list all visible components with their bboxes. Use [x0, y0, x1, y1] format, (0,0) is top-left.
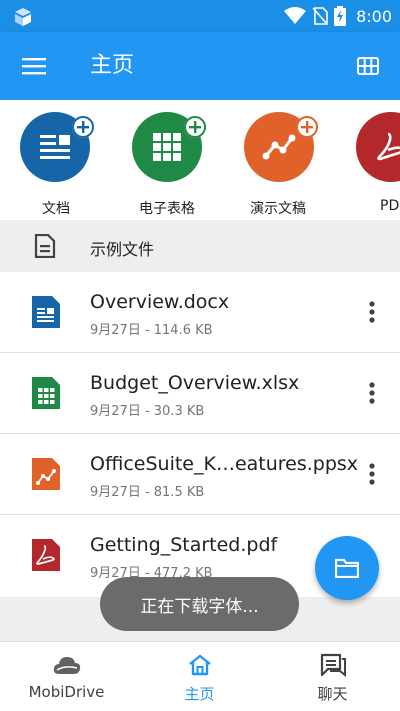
more-vert-icon [369, 301, 375, 323]
status-time: 8:00 [356, 6, 392, 26]
document-icon [40, 135, 70, 159]
nav-label: MobiDrive [28, 683, 105, 701]
folder-icon [335, 558, 359, 578]
create-spreadsheet-label: 电子表格 [139, 201, 195, 217]
hamburger-menu-icon [22, 58, 46, 75]
create-pdf-button[interactable]: PDF [356, 112, 400, 218]
more-options-button[interactable] [360, 456, 384, 492]
nav-label: 聊天 [317, 685, 348, 703]
status-icons: 8:00 [284, 0, 392, 32]
create-pdf-label: PDF [380, 198, 400, 214]
docx-file-icon [32, 296, 60, 328]
file-name: Getting_Started.pdf [90, 534, 278, 556]
battery-charging-icon [334, 6, 347, 26]
file-row[interactable]: Budget_Overview.xlsx 9月27日 - 30.3 KB [0, 353, 400, 434]
create-presentation-label: 演示文稿 [250, 201, 306, 217]
create-presentation-button[interactable]: 演示文稿 [244, 112, 344, 218]
create-document-button[interactable]: 文档 [20, 112, 120, 218]
document-outline-icon [34, 234, 56, 258]
file-meta: 9月27日 - 81.5 KB [90, 485, 205, 500]
app-logo-icon [15, 8, 31, 26]
grid-view-icon [357, 57, 379, 75]
file-name: Overview.docx [90, 291, 230, 313]
pdf-icon [377, 132, 400, 161]
more-vert-icon [369, 382, 375, 404]
nav-label: 主页 [184, 685, 215, 703]
nav-item-home[interactable]: 主页 [133, 642, 266, 711]
toast-text: 正在下载字体... [140, 596, 259, 617]
file-name: OfficeSuite_K…eatures.ppsx [90, 453, 359, 475]
file-row[interactable]: Overview.docx 9月27日 - 114.6 KB [0, 272, 400, 353]
add-icon [296, 116, 318, 138]
more-options-button[interactable] [360, 375, 384, 411]
chat-icon [319, 652, 347, 678]
create-document-label: 文档 [42, 201, 70, 217]
file-meta: 9月27日 - 114.6 KB [90, 323, 213, 338]
spreadsheet-icon [153, 133, 181, 161]
wifi-icon [284, 7, 307, 24]
file-name: Budget_Overview.xlsx [90, 372, 300, 394]
app-bar: 主页 [0, 32, 400, 100]
sample-files-header: 示例文件 [0, 220, 400, 272]
home-icon [186, 652, 214, 678]
home-screen: 8:00 主页 文档 电子表格 演示文稿 PD 示例文件 Overview.do… [0, 0, 400, 711]
menu-button[interactable] [14, 48, 54, 84]
add-icon [184, 116, 206, 138]
more-options-button[interactable] [360, 294, 384, 330]
file-meta: 9月27日 - 30.3 KB [90, 404, 205, 419]
xlsx-file-icon [32, 377, 60, 409]
nav-item-chat[interactable]: 聊天 [266, 642, 399, 711]
pdf-file-icon [32, 539, 60, 571]
quick-create-row: 文档 电子表格 演示文稿 PD [0, 100, 400, 220]
file-row[interactable]: OfficeSuite_K…eatures.ppsx 9月27日 - 81.5 … [0, 434, 400, 515]
create-spreadsheet-button[interactable]: 电子表格 [132, 112, 232, 218]
open-folder-fab[interactable] [315, 536, 379, 600]
toast-message: 正在下载字体... [100, 577, 299, 631]
section-title: 示例文件 [90, 240, 155, 259]
presentation-icon [262, 134, 296, 160]
add-icon [72, 116, 94, 138]
page-title: 主页 [90, 53, 135, 78]
bottom-navigation: MobiDrive 主页 聊天 [0, 641, 400, 711]
ppsx-file-icon [32, 458, 60, 490]
status-bar: 8:00 [0, 0, 400, 32]
no-sim-icon [312, 7, 328, 25]
cloud-icon [53, 652, 81, 678]
pdf-circle [356, 112, 400, 182]
nav-item-mobidrive[interactable]: MobiDrive [0, 642, 133, 711]
grid-view-button[interactable] [350, 48, 386, 84]
more-vert-icon [369, 463, 375, 485]
